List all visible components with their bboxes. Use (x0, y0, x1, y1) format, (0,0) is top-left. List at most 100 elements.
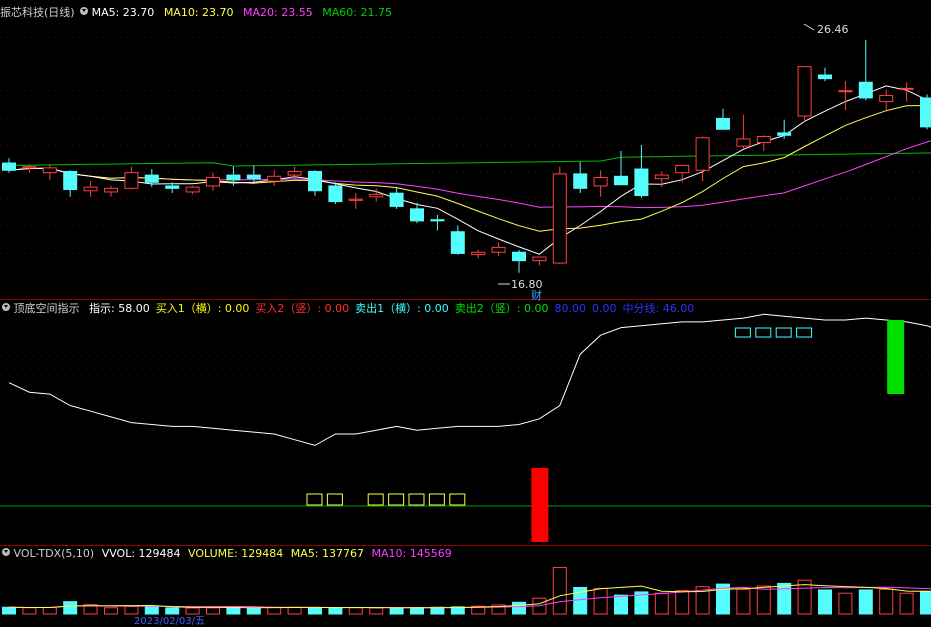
candle-up (472, 252, 485, 254)
candle-down (778, 133, 791, 135)
volume-bar-down (64, 602, 77, 614)
volume-bar-down (431, 607, 444, 614)
candle-up (23, 167, 36, 168)
volume-bar-up (207, 608, 220, 614)
candle-up (349, 199, 362, 200)
candle-up (900, 88, 913, 89)
volume-bar-down (921, 591, 931, 614)
ma60-line (9, 152, 931, 166)
candle-down (574, 174, 587, 188)
volume-bar-down (859, 590, 872, 614)
candle-up (370, 194, 383, 196)
chart-canvas[interactable] (0, 0, 931, 619)
candle-down (859, 82, 872, 98)
volume-bar-up (676, 591, 689, 614)
candle-down (921, 98, 931, 127)
volume-bar-up (43, 607, 56, 614)
volume-bar-down (3, 607, 16, 614)
volume-bar-up (370, 608, 383, 614)
buy-mark (429, 494, 444, 505)
volume-bar-up (880, 589, 893, 614)
volume-bar-down (329, 608, 342, 614)
volume-bar-up (288, 607, 301, 614)
candle-up (186, 187, 199, 192)
volume-bar-down (390, 608, 403, 614)
candle-up (553, 174, 566, 263)
buy-mark (450, 494, 465, 505)
buy-mark (368, 494, 383, 505)
candle-up (798, 67, 811, 116)
buy-mark (409, 494, 424, 505)
candle-up (880, 96, 893, 102)
buy-mark (327, 494, 342, 505)
sell-mark (776, 328, 791, 337)
candle-up (533, 257, 546, 261)
candle-down (309, 171, 322, 190)
buy-bar (531, 468, 548, 542)
candle-up (125, 173, 138, 189)
ma10-line (9, 104, 931, 231)
buy-mark (389, 494, 404, 505)
candle-up (105, 188, 118, 192)
candle-up (655, 175, 668, 179)
financial-report-marker[interactable]: 财 (531, 287, 542, 303)
volume-bar-down (411, 608, 424, 615)
vol-ma10-line (9, 587, 931, 607)
volume-bar-up (553, 567, 566, 614)
volume-bar-up (737, 589, 750, 614)
candle-down (615, 176, 628, 184)
ma5-line (9, 86, 931, 254)
candle-up (676, 165, 689, 172)
sell-mark (797, 328, 812, 337)
volume-bar-down (615, 595, 628, 614)
volume-bar-down (247, 608, 260, 614)
volume-bar-down (513, 602, 526, 614)
candle-down (717, 118, 730, 129)
volume-bar-down (819, 590, 832, 614)
candle-up (757, 137, 770, 143)
candle-up (839, 91, 852, 92)
volume-bar-up (594, 588, 607, 614)
volume-bar-down (309, 608, 322, 615)
sell-bar (887, 320, 904, 394)
candle-up (288, 171, 301, 175)
sell-mark (756, 328, 771, 337)
candle-down (390, 193, 403, 206)
candle-up (737, 139, 750, 146)
high-price-label: 26.46 (817, 23, 849, 36)
volume-bar-up (268, 607, 281, 614)
volume-bar-up (655, 593, 668, 614)
volume-bar-up (349, 608, 362, 614)
candle-down (819, 75, 832, 79)
candle-down (451, 232, 464, 254)
candle-up (268, 176, 281, 181)
candle-down (431, 220, 444, 221)
candle-down (145, 175, 158, 182)
high-pointer (804, 24, 814, 30)
candle-down (247, 175, 260, 179)
ma20-line (9, 131, 931, 208)
volume-bar-up (757, 586, 770, 614)
buy-mark (307, 494, 322, 505)
date-label: 2023/02/03/五 (134, 612, 205, 627)
volume-bar-up (900, 593, 913, 614)
volume-bar-up (105, 608, 118, 614)
candle-up (492, 247, 505, 252)
candle-up (207, 177, 220, 185)
volume-bar-up (23, 608, 36, 614)
volume-bar-up (839, 593, 852, 614)
candle-up (84, 187, 97, 191)
candle-up (696, 138, 709, 171)
sell-mark (735, 328, 750, 337)
candle-down (329, 186, 342, 202)
candle-down (166, 186, 179, 188)
volume-bar-down (778, 583, 791, 614)
indicator-line (9, 314, 931, 445)
candle-down (635, 169, 648, 196)
candle-down (3, 163, 16, 170)
candle-down (513, 252, 526, 260)
candle-up (594, 177, 607, 185)
candle-up (43, 168, 56, 173)
candle-down (227, 175, 240, 180)
candle-down (64, 171, 77, 189)
